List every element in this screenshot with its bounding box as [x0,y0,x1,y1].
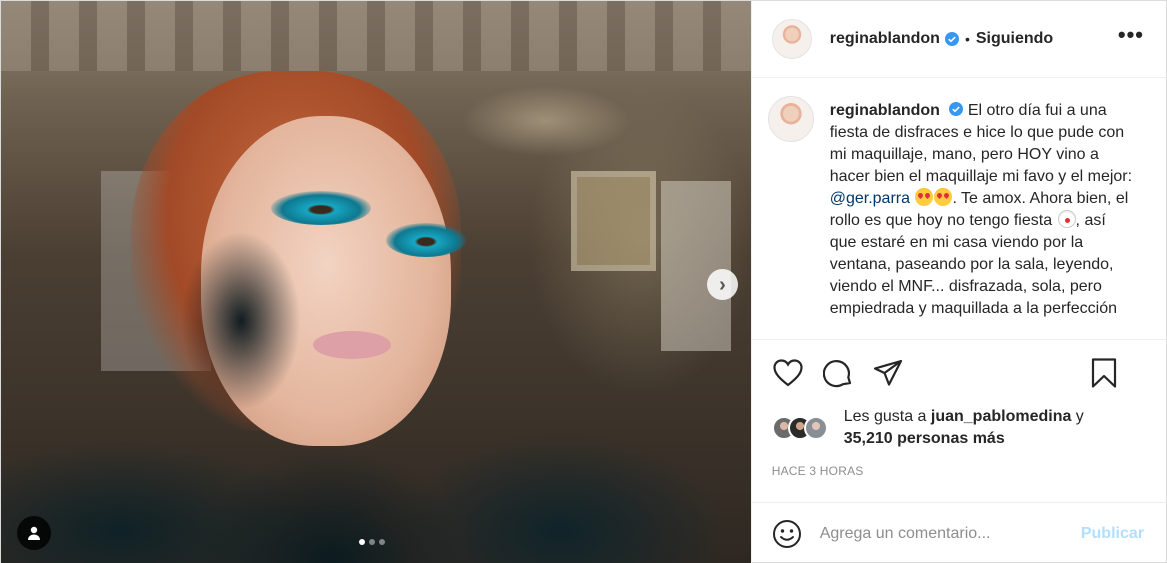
post-timestamp[interactable]: HACE 3 HORAS [752,464,1166,478]
action-bar [752,340,1166,406]
heart-eyes-emoji-icon [915,188,934,206]
add-comment-bar: Publicar [751,502,1166,563]
avatar[interactable] [771,19,812,59]
likes-count[interactable]: 35,210 personas más [844,430,1005,447]
emoji-icon[interactable] [772,519,802,549]
separator-dot: • [964,31,970,47]
verified-badge-icon [949,102,964,116]
user-tag-button[interactable] [17,516,51,550]
likes-conjunction: y [1071,408,1084,425]
likes-summary: Les gusta a juan_pablomedina y 35,210 pe… [752,406,1166,450]
avatar [803,416,828,440]
bookmark-icon [1091,358,1117,388]
following-button[interactable]: Siguiendo [976,30,1053,48]
carousel-indicator [359,539,385,545]
post-media[interactable]: › [1,1,751,563]
likes-text: Les gusta a juan_pablomedina y 35,210 pe… [844,406,1084,450]
caption-username[interactable]: reginablandon [830,102,940,119]
next-arrow-icon: › [719,273,726,296]
verified-badge-icon [944,32,959,46]
save-button[interactable] [1088,357,1120,389]
carousel-dot [379,539,385,545]
comment-button[interactable] [822,357,854,389]
comment-input[interactable] [819,524,1070,543]
liker-username[interactable]: juan_pablomedina [931,408,1071,425]
user-tag-icon [28,526,40,540]
header-username[interactable]: reginablandon [830,30,940,48]
caption-text: maquillada a la perfección [931,300,1117,317]
comment-icon [822,359,851,388]
instagram-post: › reginablandon • Siguiendo ••• reginabl… [0,0,1167,563]
likes-prefix: Les gusta a [843,408,931,425]
liker-avatars [771,416,836,440]
caption-avatar[interactable] [767,96,814,142]
post-sidebar: reginablandon • Siguiendo ••• reginablan… [750,1,1166,563]
clown-emoji-icon [1057,210,1076,228]
post-caption: reginablandon El otro día fui a una fies… [830,100,1134,339]
like-button[interactable] [772,357,804,389]
post-header: reginablandon • Siguiendo ••• [751,1,1166,78]
heart-icon [773,359,803,387]
comments-section: reginablandon El otro día fui a una fies… [751,78,1166,340]
carousel-next-button[interactable]: › [707,269,738,300]
share-icon [873,359,902,386]
more-options-icon[interactable]: ••• [1118,24,1144,46]
caption-mention[interactable]: @ger.parra [830,190,910,207]
heart-eyes-emoji-icon [934,188,953,206]
share-button[interactable] [872,357,904,389]
carousel-dot [369,539,375,545]
carousel-dot [359,539,365,545]
publish-button[interactable]: Publicar [1081,525,1144,543]
